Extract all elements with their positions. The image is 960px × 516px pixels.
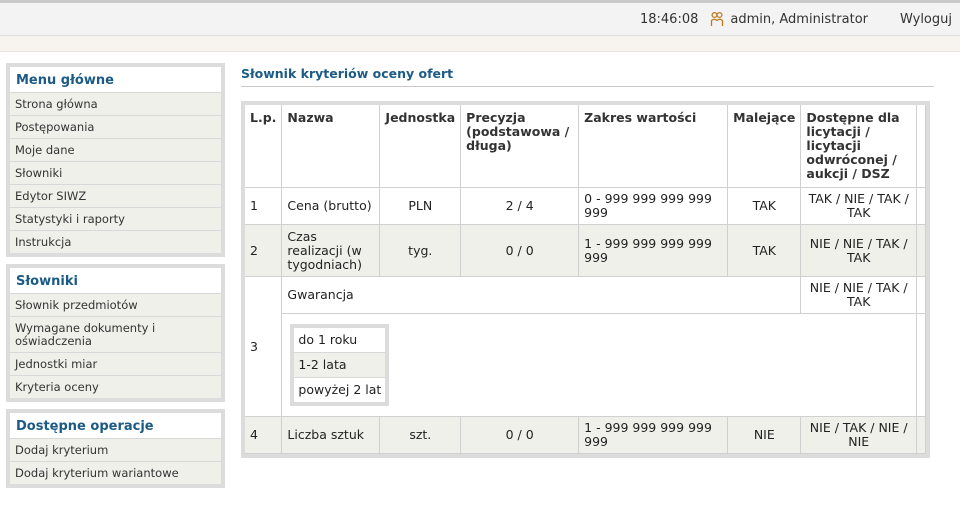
cell-spacer	[916, 187, 926, 225]
cell-precision: 2 / 4	[460, 187, 580, 225]
operations-panel: Dostępne operacje Dodaj kryterium Dodaj …	[6, 409, 225, 488]
menu-item-dictionaries[interactable]: Słowniki	[10, 162, 221, 185]
list-item: 1-2 lata	[294, 353, 386, 378]
dictionaries-title: Słowniki	[10, 268, 221, 294]
menu-item-home[interactable]: Strona główna	[10, 93, 221, 116]
menu-item-siwz-editor[interactable]: Edytor SIWZ	[10, 185, 221, 208]
cell-precision: 0 / 0	[460, 416, 580, 454]
cell-lp: 2	[245, 224, 283, 277]
menu-item-subjects[interactable]: Słownik przedmiotów	[10, 294, 221, 317]
add-variant-criterion-link[interactable]: Dodaj kryterium wariantowe	[10, 462, 221, 484]
col-spacer	[916, 105, 926, 188]
cell-spacer	[916, 416, 926, 454]
menu-item-documents[interactable]: Wymagane dokumenty i oświadczenia	[10, 317, 221, 353]
criteria-table: L.p. Nazwa Jednostka Precyzja (podstawow…	[245, 105, 926, 454]
col-lp: L.p.	[245, 105, 283, 188]
menu-item-criteria[interactable]: Kryteria oceny	[10, 376, 221, 398]
cell-spacer	[916, 313, 926, 417]
main-content: Słownik kryteriów oceny ofert L.p. Nazwa…	[241, 66, 934, 458]
cell-precision: 0 / 0	[460, 224, 580, 277]
cell-descending: TAK	[727, 224, 802, 277]
dictionaries-panel: Słowniki Słownik przedmiotów Wymagane do…	[6, 264, 225, 402]
cell-spacer	[916, 276, 926, 314]
operations-title: Dostępne operacje	[10, 413, 221, 439]
col-unit: Jednostka	[379, 105, 462, 188]
cell-unit: tyg.	[379, 224, 462, 277]
col-available: Dostępne dla licytacji / licytacji odwró…	[800, 105, 917, 188]
logout-link[interactable]: Wyloguj	[900, 12, 952, 27]
cell-descending: TAK	[727, 187, 802, 225]
cell-lp: 3	[245, 276, 283, 417]
menu-item-my-data[interactable]: Moje dane	[10, 139, 221, 162]
table-row[interactable]: 3 Gwarancja NIE / NIE / TAK / TAK	[245, 276, 926, 417]
col-name: Nazwa	[281, 105, 381, 188]
table-row-variants: do 1 roku 1-2 lata powyżej 2 lat	[245, 313, 926, 417]
cell-range: 1 - 999 999 999 999 999	[578, 416, 729, 454]
cell-lp: 1	[245, 187, 283, 225]
menu-item-statistics[interactable]: Statystyki i raporty	[10, 208, 221, 231]
clock: 18:46:08	[639, 11, 699, 27]
add-criterion-link[interactable]: Dodaj kryterium	[10, 439, 221, 462]
cell-range: 1 - 999 999 999 999 999	[578, 224, 729, 277]
cell-name: Cena (brutto)	[281, 187, 381, 225]
table-row[interactable]: 1 Cena (brutto) PLN 2 / 4 0 - 999 999 99…	[245, 187, 926, 225]
col-range: Zakres wartości	[578, 105, 729, 188]
col-descending: Malejące	[727, 105, 802, 188]
cell-name: Gwarancja	[281, 276, 802, 314]
page-title: Słownik kryteriów oceny ofert	[241, 66, 934, 87]
criteria-table-frame: L.p. Nazwa Jednostka Precyzja (podstawow…	[241, 101, 930, 458]
cell-lp: 4	[245, 416, 283, 454]
main-menu-panel: Menu główne Strona główna Postępowania M…	[6, 63, 225, 257]
table-row[interactable]: 2 Czas realizacji (w tygodniach) tyg. 0 …	[245, 224, 926, 277]
col-precision: Precyzja (podstawowa / długa)	[460, 105, 580, 188]
cell-available: NIE / TAK / NIE / NIE	[800, 416, 917, 454]
cell-spacer	[916, 224, 926, 277]
table-row[interactable]: 4 Liczba sztuk szt. 0 / 0 1 - 999 999 99…	[245, 416, 926, 454]
cell-descending: NIE	[727, 416, 802, 454]
cell-unit: PLN	[379, 187, 462, 225]
cell-name: Liczba sztuk	[281, 416, 381, 454]
cell-range: 0 - 999 999 999 999 999	[578, 187, 729, 225]
main-menu-title: Menu główne	[10, 67, 221, 93]
user-icon	[711, 11, 724, 26]
table-header-row: L.p. Nazwa Jednostka Precyzja (podstawow…	[245, 105, 926, 188]
top-bar: 18:46:08 admin, Administrator Wyloguj	[0, 0, 960, 36]
menu-item-proceedings[interactable]: Postępowania	[10, 116, 221, 139]
variants-list: do 1 roku 1-2 lata powyżej 2 lat	[290, 324, 390, 406]
menu-item-instructions[interactable]: Instrukcja	[10, 231, 221, 253]
cell-variants: do 1 roku 1-2 lata powyżej 2 lat	[281, 313, 917, 417]
cell-available: TAK / NIE / TAK / TAK	[800, 187, 917, 225]
list-item: do 1 roku	[294, 328, 386, 353]
current-user: admin, Administrator	[730, 11, 868, 27]
list-item: powyżej 2 lat	[294, 378, 386, 402]
cell-available: NIE / NIE / TAK / TAK	[800, 276, 917, 314]
cell-unit: szt.	[379, 416, 462, 454]
sidebar: Menu główne Strona główna Postępowania M…	[6, 63, 225, 495]
cell-name: Czas realizacji (w tygodniach)	[281, 224, 381, 277]
menu-item-units[interactable]: Jednostki miar	[10, 353, 221, 376]
cell-available: NIE / NIE / TAK / TAK	[800, 224, 917, 277]
sub-bar	[0, 36, 960, 52]
